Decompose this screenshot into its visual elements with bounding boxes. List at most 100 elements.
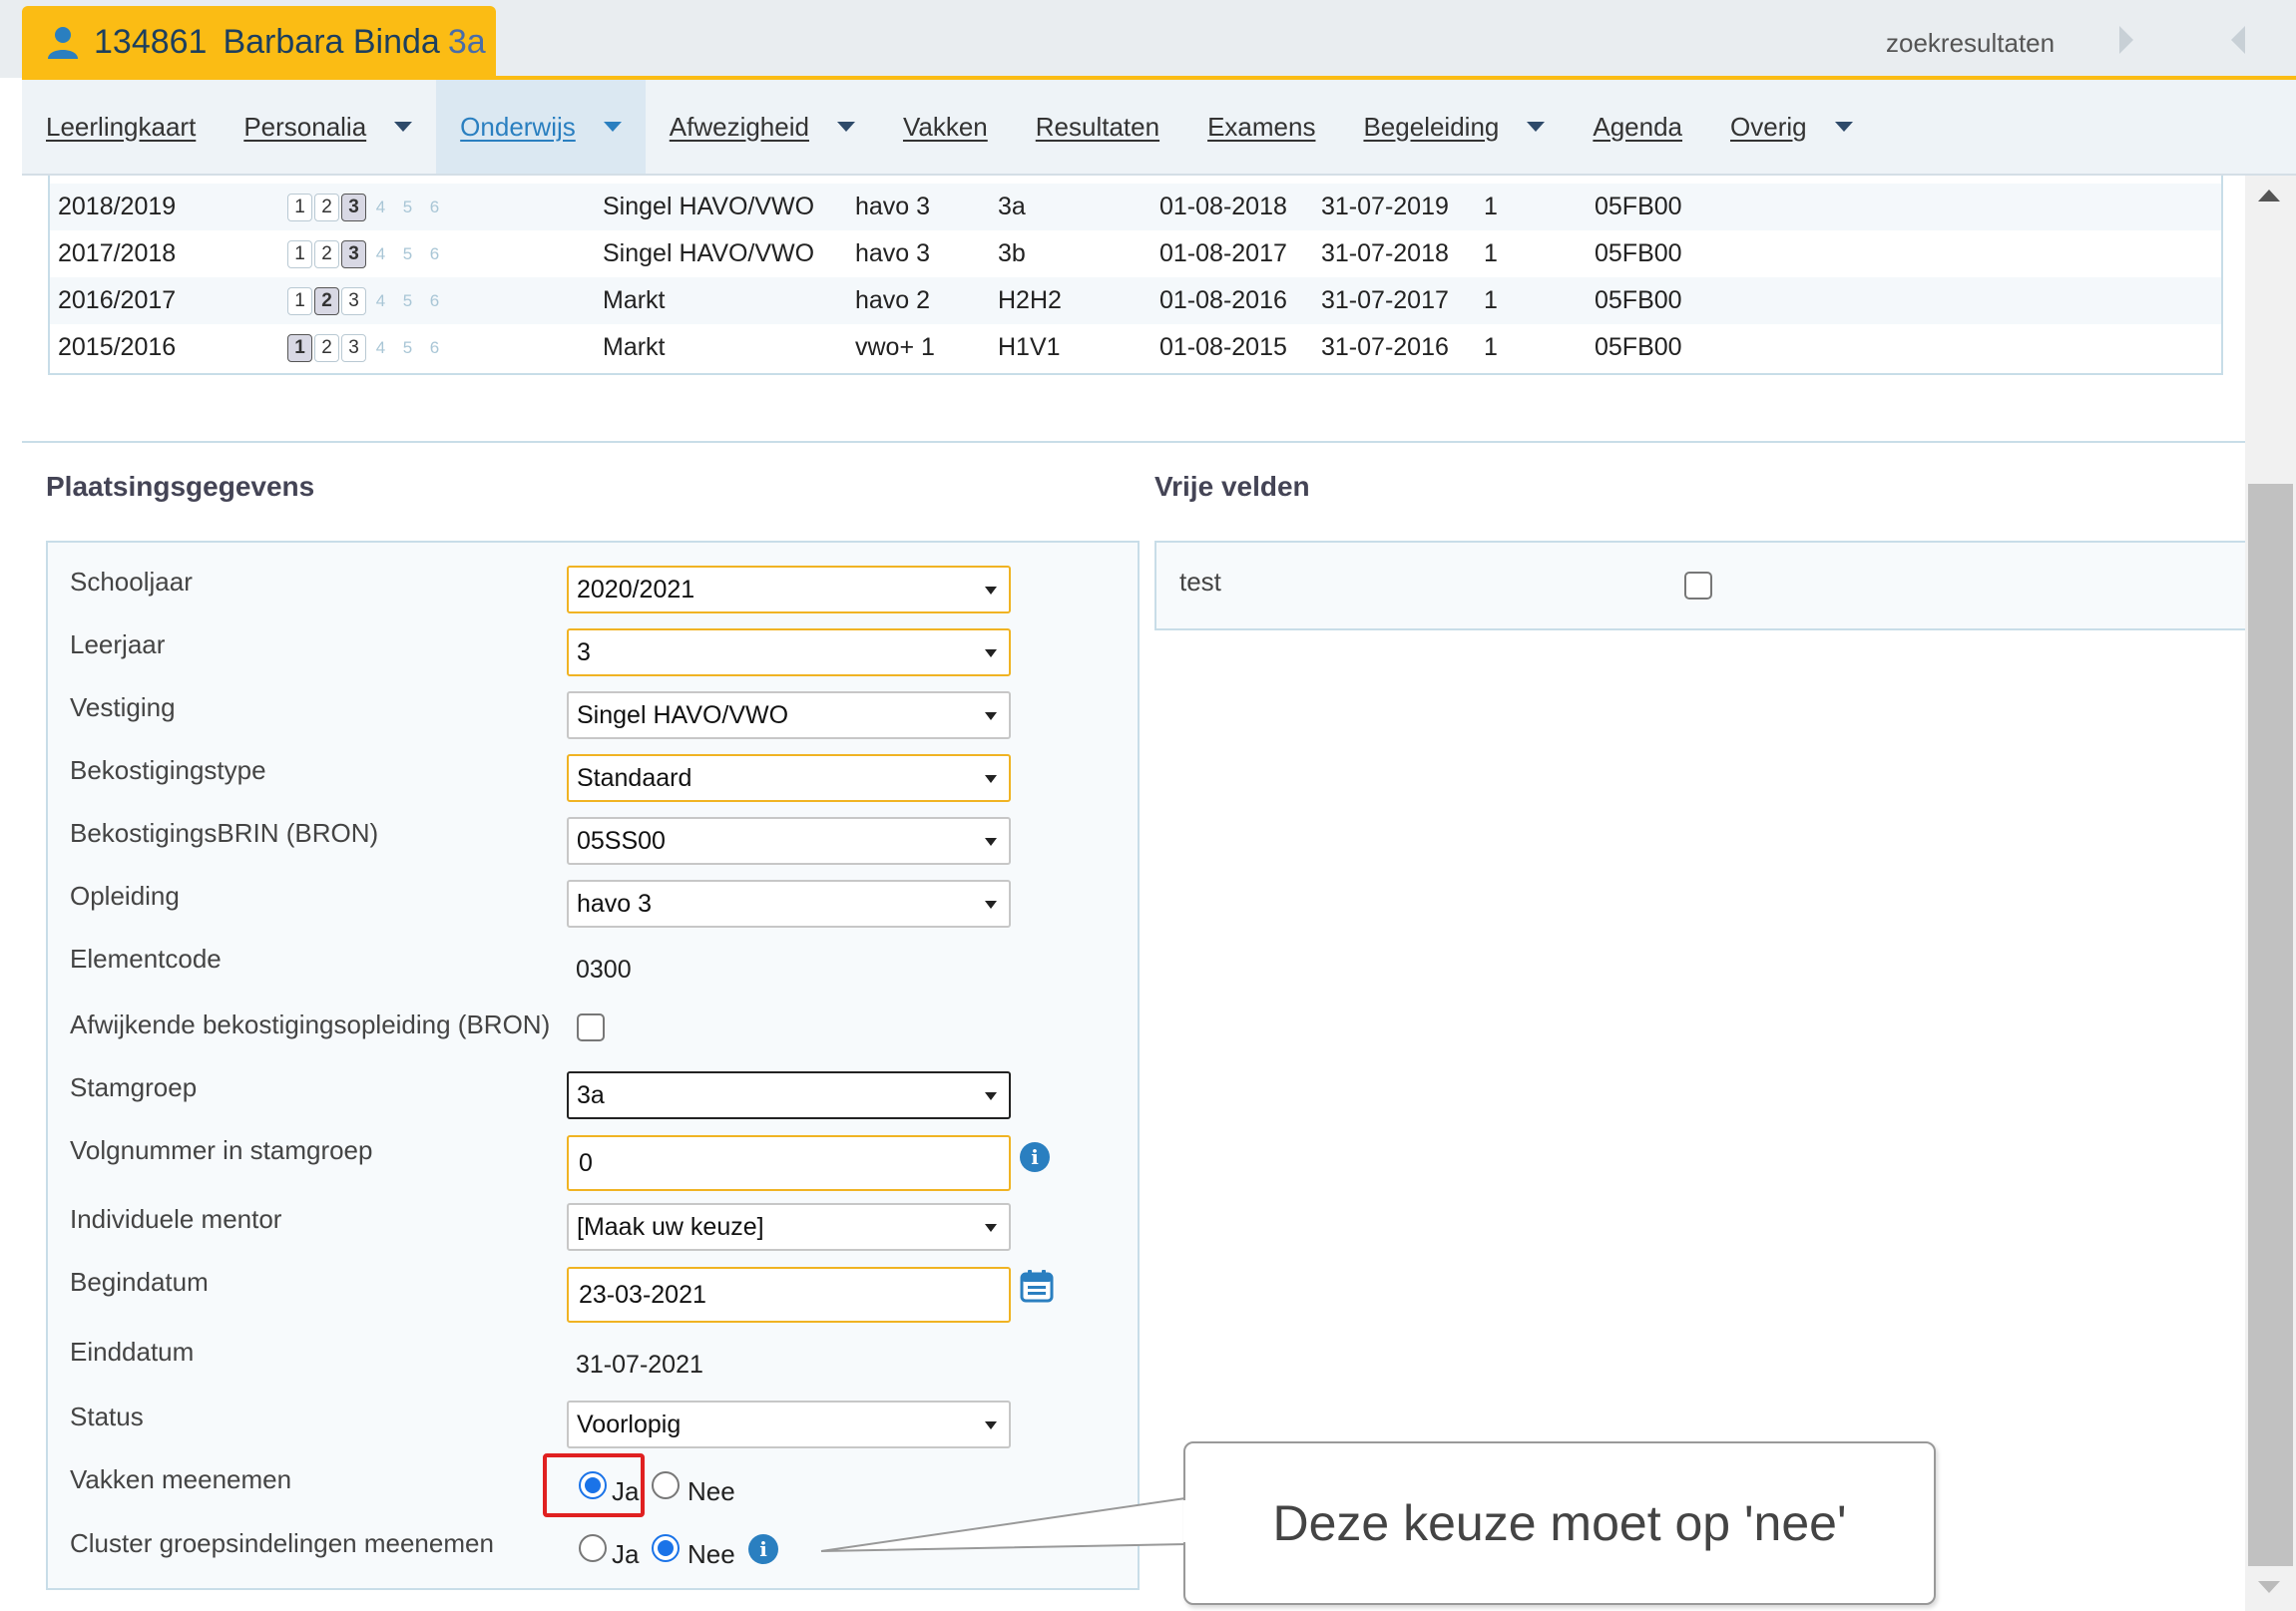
- menu-item-onderwijs[interactable]: Onderwijs: [436, 80, 646, 174]
- info-icon[interactable]: i: [1020, 1142, 1050, 1172]
- callout-text: Deze keuze moet op 'nee': [1272, 1495, 1847, 1551]
- student-tab[interactable]: 134861 Barbara Binda 3a: [22, 6, 496, 78]
- vrije-velden-title: Vrije velden: [1154, 471, 1310, 502]
- menu-item-overig[interactable]: Overig: [1706, 80, 1877, 174]
- mentor-value: [Maak uw keuze]: [577, 1212, 764, 1241]
- begindatum-input[interactable]: 23-03-2021: [567, 1267, 1011, 1323]
- leerjaar-label: Leerjaar: [70, 629, 166, 659]
- scrollbar-thumb[interactable]: [2248, 484, 2293, 1566]
- info-icon[interactable]: i: [748, 1534, 778, 1564]
- opleiding-label: Opleiding: [70, 881, 180, 911]
- cell-num: 1: [1484, 193, 1498, 220]
- bekostigingstype-select[interactable]: Standaard: [567, 754, 1011, 802]
- cell-start: 01-08-2018: [1159, 193, 1287, 220]
- test-checkbox[interactable]: [1684, 572, 1712, 600]
- volgnummer-input[interactable]: 0: [567, 1135, 1011, 1191]
- menu-item-resultaten[interactable]: Resultaten: [1012, 80, 1183, 174]
- begindatum-value: 23-03-2021: [579, 1280, 706, 1309]
- scroll-down-icon[interactable]: [2258, 1581, 2280, 1593]
- stamgroep-select[interactable]: 3a: [567, 1071, 1011, 1119]
- level-box: 3: [341, 286, 366, 315]
- leerjaar-select[interactable]: 3: [567, 628, 1011, 676]
- level-box: 6: [429, 290, 440, 310]
- cell-location: Markt: [603, 286, 666, 314]
- next-arrow-icon[interactable]: [2119, 26, 2133, 54]
- level-box: 4: [375, 290, 386, 310]
- elementcode-value: 0300: [576, 956, 632, 984]
- cell-num: 1: [1484, 286, 1498, 314]
- menu-item-begeleiding[interactable]: Begeleiding: [1339, 80, 1569, 174]
- dropdown-arrow-icon: [985, 1092, 997, 1100]
- student-name: Barbara Binda: [223, 22, 440, 61]
- cell-year: 2018/2019: [58, 193, 177, 220]
- level-box: 6: [429, 243, 440, 263]
- caret-down-icon: [1527, 122, 1546, 132]
- menu-item-label: Begeleiding: [1363, 111, 1500, 142]
- schooljaar-value: 2020/2021: [577, 575, 695, 604]
- cluster-meenemen-label: Cluster groepsindelingen meenemen: [70, 1528, 494, 1558]
- menu-item-personalia[interactable]: Personalia: [220, 80, 436, 174]
- mentor-select[interactable]: [Maak uw keuze]: [567, 1203, 1011, 1251]
- cluster-ja-label: Ja: [612, 1539, 640, 1569]
- vestiging-value: Singel HAVO/VWO: [577, 700, 789, 729]
- menu-item-afwezigheid[interactable]: Afwezigheid: [646, 80, 879, 174]
- table-row[interactable]: 2016/2017 Markt havo 2 H2H2 01-08-2016 31-07-…: [50, 277, 2221, 324]
- level-box: 2: [314, 333, 339, 362]
- level-indicator: 123456: [287, 286, 449, 315]
- plaatsing-title: Plaatsingsgegevens: [46, 471, 315, 502]
- level-box: 5: [402, 337, 413, 357]
- level-box: 2: [314, 193, 339, 221]
- cluster-nee-radio[interactable]: [652, 1534, 680, 1562]
- menu-item-label: Resultaten: [1035, 111, 1160, 142]
- bekostigingsbrin-value: 05SS00: [577, 826, 666, 855]
- dropdown-arrow-icon: [985, 587, 997, 595]
- menu-item-agenda[interactable]: Agenda: [1569, 80, 1706, 174]
- status-select[interactable]: Voorlopig: [567, 1401, 1011, 1448]
- level-box: 4: [375, 197, 386, 216]
- cell-location: Singel HAVO/VWO: [603, 193, 815, 220]
- previous-arrow-icon[interactable]: [2231, 26, 2245, 54]
- level-indicator: 123456: [287, 333, 449, 362]
- cell-brin: 05FB00: [1595, 286, 1682, 314]
- bekostigingsbrin-select[interactable]: 05SS00: [567, 817, 1011, 865]
- schooljaar-select[interactable]: 2020/2021: [567, 566, 1011, 613]
- menu-item-examens[interactable]: Examens: [1183, 80, 1339, 174]
- afwijkend-checkbox[interactable]: [577, 1013, 605, 1041]
- caret-down-icon: [836, 122, 855, 132]
- cell-year: 2015/2016: [58, 333, 177, 361]
- level-box: 4: [375, 243, 386, 263]
- dropdown-arrow-icon: [985, 1421, 997, 1429]
- cell-brin: 05FB00: [1595, 333, 1682, 361]
- vakken-nee-radio[interactable]: [652, 1471, 680, 1499]
- level-indicator: 123456: [287, 193, 449, 221]
- dropdown-arrow-icon: [985, 712, 997, 720]
- cell-group: 3a: [998, 193, 1026, 220]
- opleiding-select[interactable]: havo 3: [567, 880, 1011, 928]
- vakken-meenemen-label: Vakken meenemen: [70, 1464, 292, 1494]
- stamgroep-label: Stamgroep: [70, 1072, 198, 1102]
- menu-item-leerlingkaart[interactable]: Leerlingkaart: [22, 80, 220, 174]
- section-divider: [22, 441, 2245, 443]
- bekostigingsbrin-label: BekostigingsBRIN (BRON): [70, 818, 379, 848]
- level-box: 3: [341, 333, 366, 362]
- scroll-up-icon[interactable]: [2258, 190, 2280, 201]
- menu-item-label: Agenda: [1593, 111, 1683, 142]
- level-box: 6: [429, 337, 440, 357]
- table-row[interactable]: 2018/2019 Singel HAVO/VWO havo 3 3a 01-08-20…: [50, 184, 2221, 230]
- main-menu: Leerlingkaart Personalia Onderwijs Afwezigh…: [22, 80, 2296, 176]
- vestiging-select[interactable]: Singel HAVO/VWO: [567, 691, 1011, 739]
- level-box: 2: [314, 286, 339, 315]
- cell-education: havo 3: [855, 193, 931, 220]
- search-results-link[interactable]: zoekresultaten: [1886, 28, 2055, 59]
- cluster-ja-radio[interactable]: [579, 1534, 607, 1562]
- cell-start: 01-08-2017: [1159, 239, 1287, 267]
- menu-item-vakken[interactable]: Vakken: [879, 80, 1012, 174]
- cell-end: 31-07-2016: [1321, 333, 1449, 361]
- cell-education: havo 3: [855, 239, 931, 267]
- calendar-icon[interactable]: [1020, 1269, 1054, 1303]
- menu-item-label: Leerlingkaart: [46, 111, 197, 142]
- cell-brin: 05FB00: [1595, 193, 1682, 220]
- table-row[interactable]: 2017/2018 Singel HAVO/VWO havo 3 3b 01-08-20…: [50, 230, 2221, 277]
- table-row[interactable]: 2015/2016 Markt vwo+ 1 H1V1 01-08-2015 31-07-…: [50, 324, 2221, 371]
- cell-group: H1V1: [998, 333, 1061, 361]
